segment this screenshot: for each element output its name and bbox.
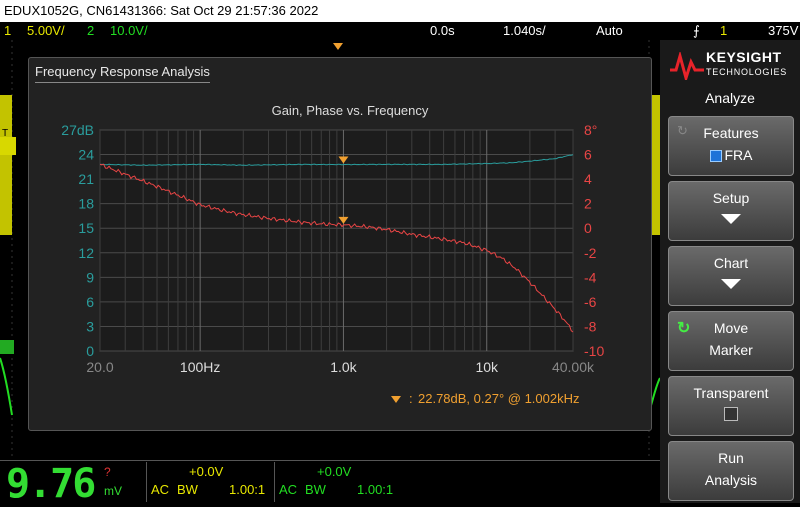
brand-name: KEYSIGHT — [706, 49, 782, 65]
y-left-tick-label: 18 — [78, 196, 94, 212]
y-right-tick-label: 4 — [584, 171, 592, 187]
trigger-level[interactable]: 375V — [768, 22, 798, 40]
features-value: FRA — [724, 147, 753, 163]
measurement-reading[interactable]: 9.76 — [6, 464, 96, 504]
features-button[interactable]: ↻ Features FRA — [668, 116, 794, 176]
x-tick-label: 20.0 — [86, 359, 113, 375]
fra-panel: Frequency Response Analysis 27dB 24 21 18 15… — [28, 57, 652, 431]
y-left-tick-label: 6 — [86, 294, 94, 310]
trigger-edge-icon: ⨍ — [693, 23, 700, 38]
keysight-logo-icon — [670, 52, 704, 80]
x-tick-label: 40.00k — [552, 359, 595, 375]
y-right-tick-label: -6 — [584, 294, 597, 310]
ch1-scale[interactable]: 5.00V/ — [27, 22, 65, 40]
y-left-tick-label: 24 — [78, 147, 94, 163]
fra-checkbox-icon — [709, 150, 722, 163]
move-marker-label1: Move — [713, 320, 749, 336]
ch2-offset: +0.0V — [317, 464, 352, 479]
y-right-tick-label: -4 — [584, 269, 597, 285]
y-left-tick-label: 15 — [78, 220, 94, 236]
y-left-tick-label: 9 — [86, 269, 94, 285]
trigger-mode[interactable]: Auto — [596, 22, 623, 40]
chart-label: Chart — [713, 255, 749, 271]
transparent-checkbox-icon — [724, 407, 738, 421]
ch1-number[interactable]: 1 — [4, 22, 11, 40]
run-analysis-label1: Run — [718, 450, 744, 466]
trigger-source[interactable]: 1 — [720, 22, 727, 40]
trigger-position-icon[interactable] — [333, 43, 343, 50]
transparent-label: Transparent — [693, 385, 769, 401]
timebase[interactable]: 1.040s/ — [503, 22, 546, 40]
marker-readout-icon — [391, 396, 401, 403]
ch2-waveform-left — [0, 357, 13, 416]
ch1-ground-marker-icon[interactable] — [0, 137, 16, 155]
ch1-probe: 1.00:1 — [229, 482, 266, 497]
ch2-probe: 1.00:1 — [357, 482, 394, 497]
marker-readout: 22.78dB, 0.27° @ 1.002kHz — [418, 391, 580, 406]
status-bar: 1 5.00V/ 2 10.0V/ 0.0s 1.040s/ Auto ⨍ 1 … — [0, 22, 800, 40]
y-right-tick-label: -2 — [584, 245, 597, 261]
chevron-down-icon — [721, 279, 741, 289]
ch2-coupling: AC — [279, 482, 298, 497]
y-right-tick-label: 6 — [584, 147, 592, 163]
ch2-bw: BW — [305, 482, 326, 497]
ch2-ground-marker-icon[interactable] — [0, 340, 14, 354]
ch1-waveform-left — [0, 95, 12, 235]
chart-title: Gain, Phase vs. Frequency — [272, 103, 429, 118]
ch1-offset: +0.0V — [189, 464, 224, 479]
chevron-down-icon — [721, 214, 741, 224]
ch1-info[interactable]: +0.0V AC BW 1.00:1 — [146, 462, 273, 502]
setup-label: Setup — [712, 190, 750, 206]
transparent-button[interactable]: Transparent — [668, 376, 794, 436]
y-left-tick-label: 12 — [78, 245, 94, 261]
ch2-info[interactable]: +0.0V AC BW 1.00:1 — [274, 462, 401, 502]
y-left-tick-label: 0 — [86, 343, 94, 359]
chart-button[interactable]: Chart — [668, 246, 794, 306]
softkey-panel: KEYSIGHT TECHNOLOGIES Analyze ↻ Features… — [660, 40, 800, 503]
features-label: Features — [703, 125, 759, 141]
ch1-coupling: AC — [151, 482, 170, 497]
x-tick-label: 100Hz — [180, 359, 220, 375]
y-right-tick-label: 2 — [584, 196, 592, 212]
run-analysis-button[interactable]: Run Analysis — [668, 441, 794, 501]
menu-title: Analyze — [705, 90, 755, 106]
x-tick-label: 10k — [475, 359, 499, 375]
y-right-tick-label: 8° — [584, 122, 597, 138]
ch2-number[interactable]: 2 — [87, 22, 94, 40]
time-offset[interactable]: 0.0s — [430, 22, 455, 40]
marker-readout-colon: : — [409, 391, 413, 406]
ch2-scale[interactable]: 10.0V/ — [110, 22, 148, 40]
fra-chart[interactable]: 27dB 24 21 18 15 12 9 6 3 0 8° 6 4 2 0 -2 -4 -6 -8 -10 20.0 1… — [29, 58, 651, 430]
ch1-bw: BW — [177, 482, 198, 497]
y-right-tick-label: 0 — [584, 220, 592, 236]
y-left-tick-label: 27dB — [61, 122, 94, 138]
brand-subtitle: TECHNOLOGIES — [706, 67, 788, 77]
move-marker-label2: Marker — [709, 342, 753, 358]
setup-button[interactable]: Setup — [668, 181, 794, 241]
window-title: EDUX1052G, CN61431366: Sat Oct 29 21:57:… — [4, 3, 319, 18]
measurement-unit: mV — [104, 484, 122, 498]
run-analysis-label2: Analysis — [704, 472, 758, 488]
x-tick-label: 1.0k — [330, 359, 357, 375]
window-title-bar: EDUX1052G, CN61431366: Sat Oct 29 21:57:… — [0, 0, 800, 22]
measurement-flag: ? — [104, 465, 111, 479]
y-right-tick-label: -8 — [584, 318, 597, 334]
y-left-tick-label: 3 — [86, 318, 94, 334]
move-marker-button[interactable]: ↻ Move Marker — [668, 311, 794, 371]
y-right-tick-label: -10 — [584, 343, 604, 359]
y-left-tick-label: 21 — [78, 171, 94, 187]
ch1-marker-label: T — [2, 128, 8, 139]
